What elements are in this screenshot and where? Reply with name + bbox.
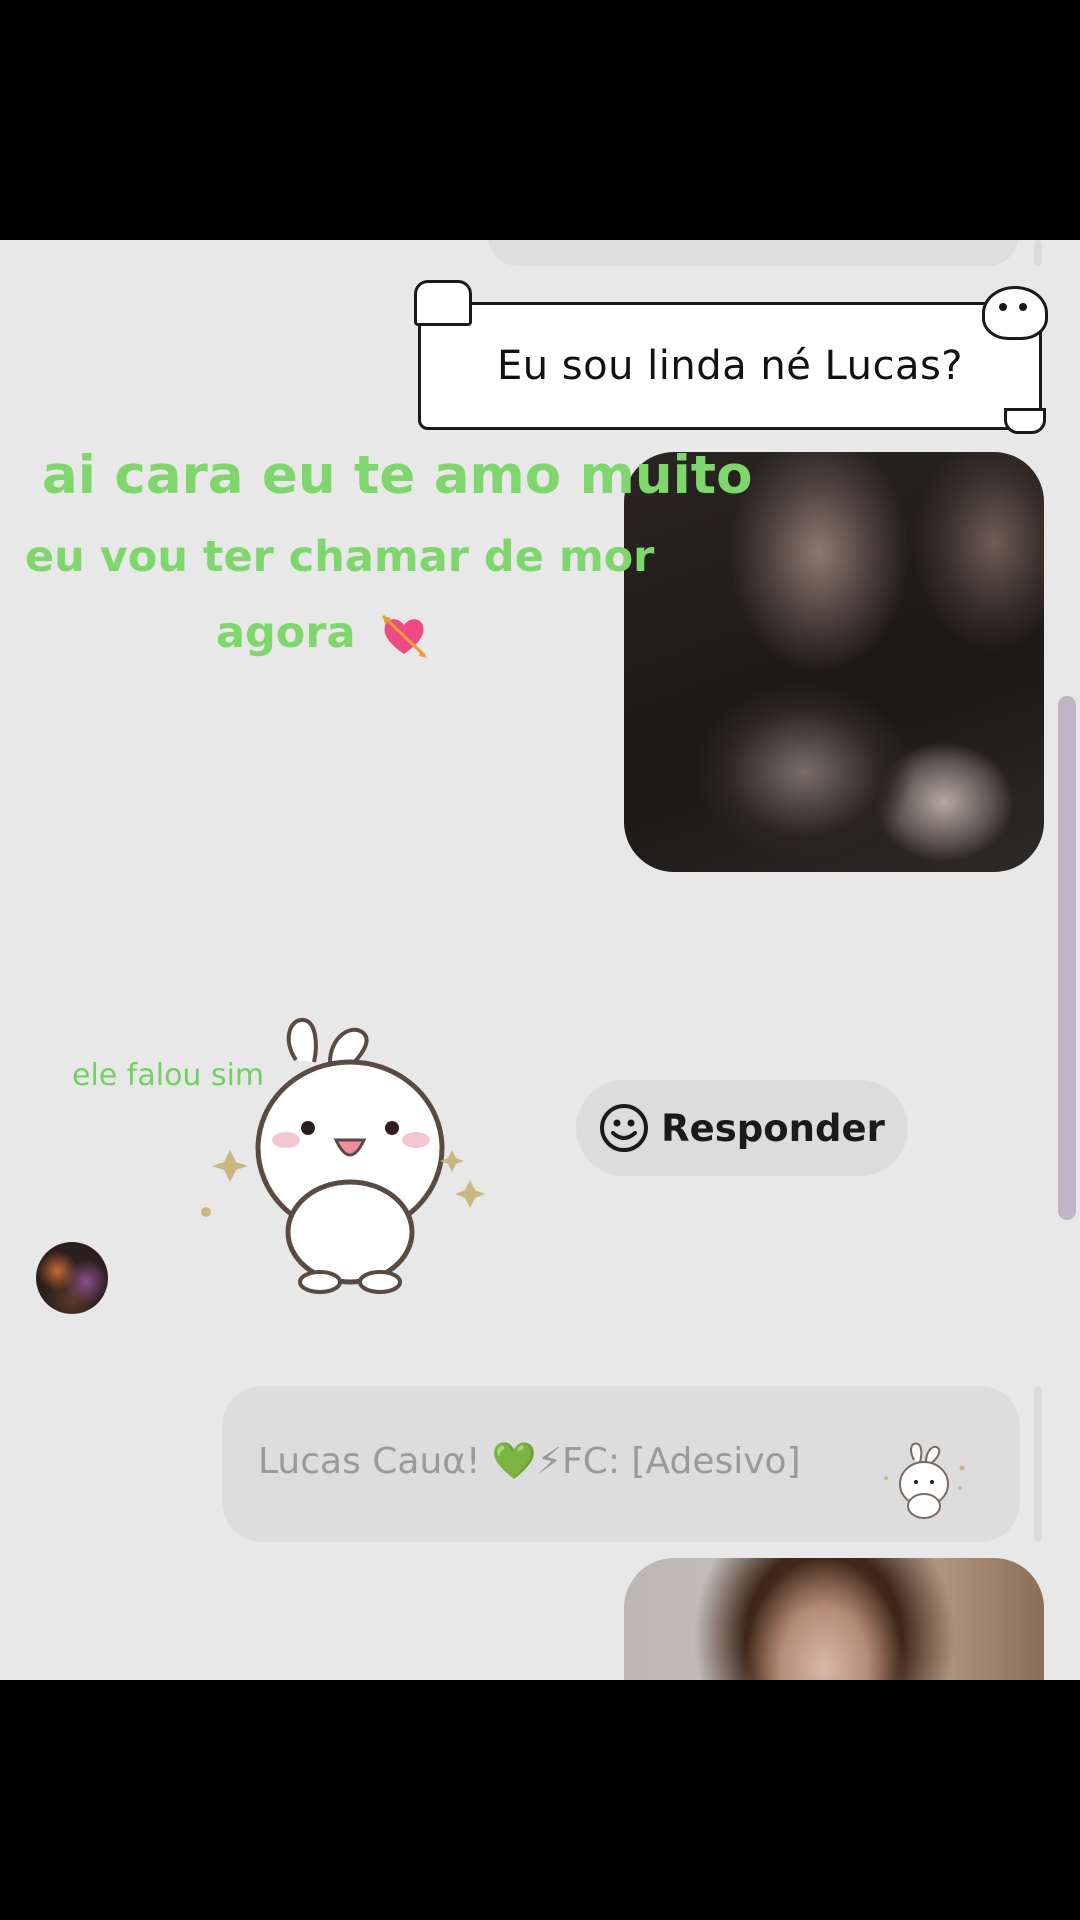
- chat-thread[interactable]: Eu sou linda né Lucas? ai cara eu te amo…: [0, 240, 1080, 1680]
- heart-with-arrow-icon: [381, 614, 427, 658]
- caption-line-3-text: agora: [216, 608, 356, 658]
- previous-message-bubble[interactable]: [488, 240, 1018, 266]
- bunny-sticker-thumbnail: [884, 1442, 965, 1519]
- photo-message[interactable]: [624, 452, 1044, 872]
- sticker-message-text: Eu sou linda né Lucas?: [496, 343, 964, 389]
- bottom-letterbox: [0, 1680, 1080, 1920]
- respond-button[interactable]: Responder: [576, 1080, 908, 1176]
- top-letterbox: [0, 0, 1080, 240]
- caption-line-3: agora: [216, 608, 427, 658]
- scrollbar[interactable]: [1058, 696, 1076, 1220]
- reply-preview-text: Lucas Cauα! 💚⚡FC: [Adesivo]: [258, 1441, 801, 1482]
- respond-button-label: Responder: [661, 1106, 885, 1150]
- divider: [1034, 1386, 1042, 1542]
- caption-line-4: ele falou sim: [72, 1058, 265, 1093]
- smiley-face-icon: [600, 1104, 649, 1152]
- caption-line-2: eu vou ter chamar de mor: [25, 532, 655, 582]
- bunny-sticker[interactable]: [190, 1000, 520, 1300]
- divider: [1034, 240, 1042, 266]
- caption-line-1: ai cara eu te amo muito: [42, 445, 753, 506]
- photo-message-2[interactable]: [624, 1558, 1044, 1680]
- avatar[interactable]: [36, 1242, 108, 1314]
